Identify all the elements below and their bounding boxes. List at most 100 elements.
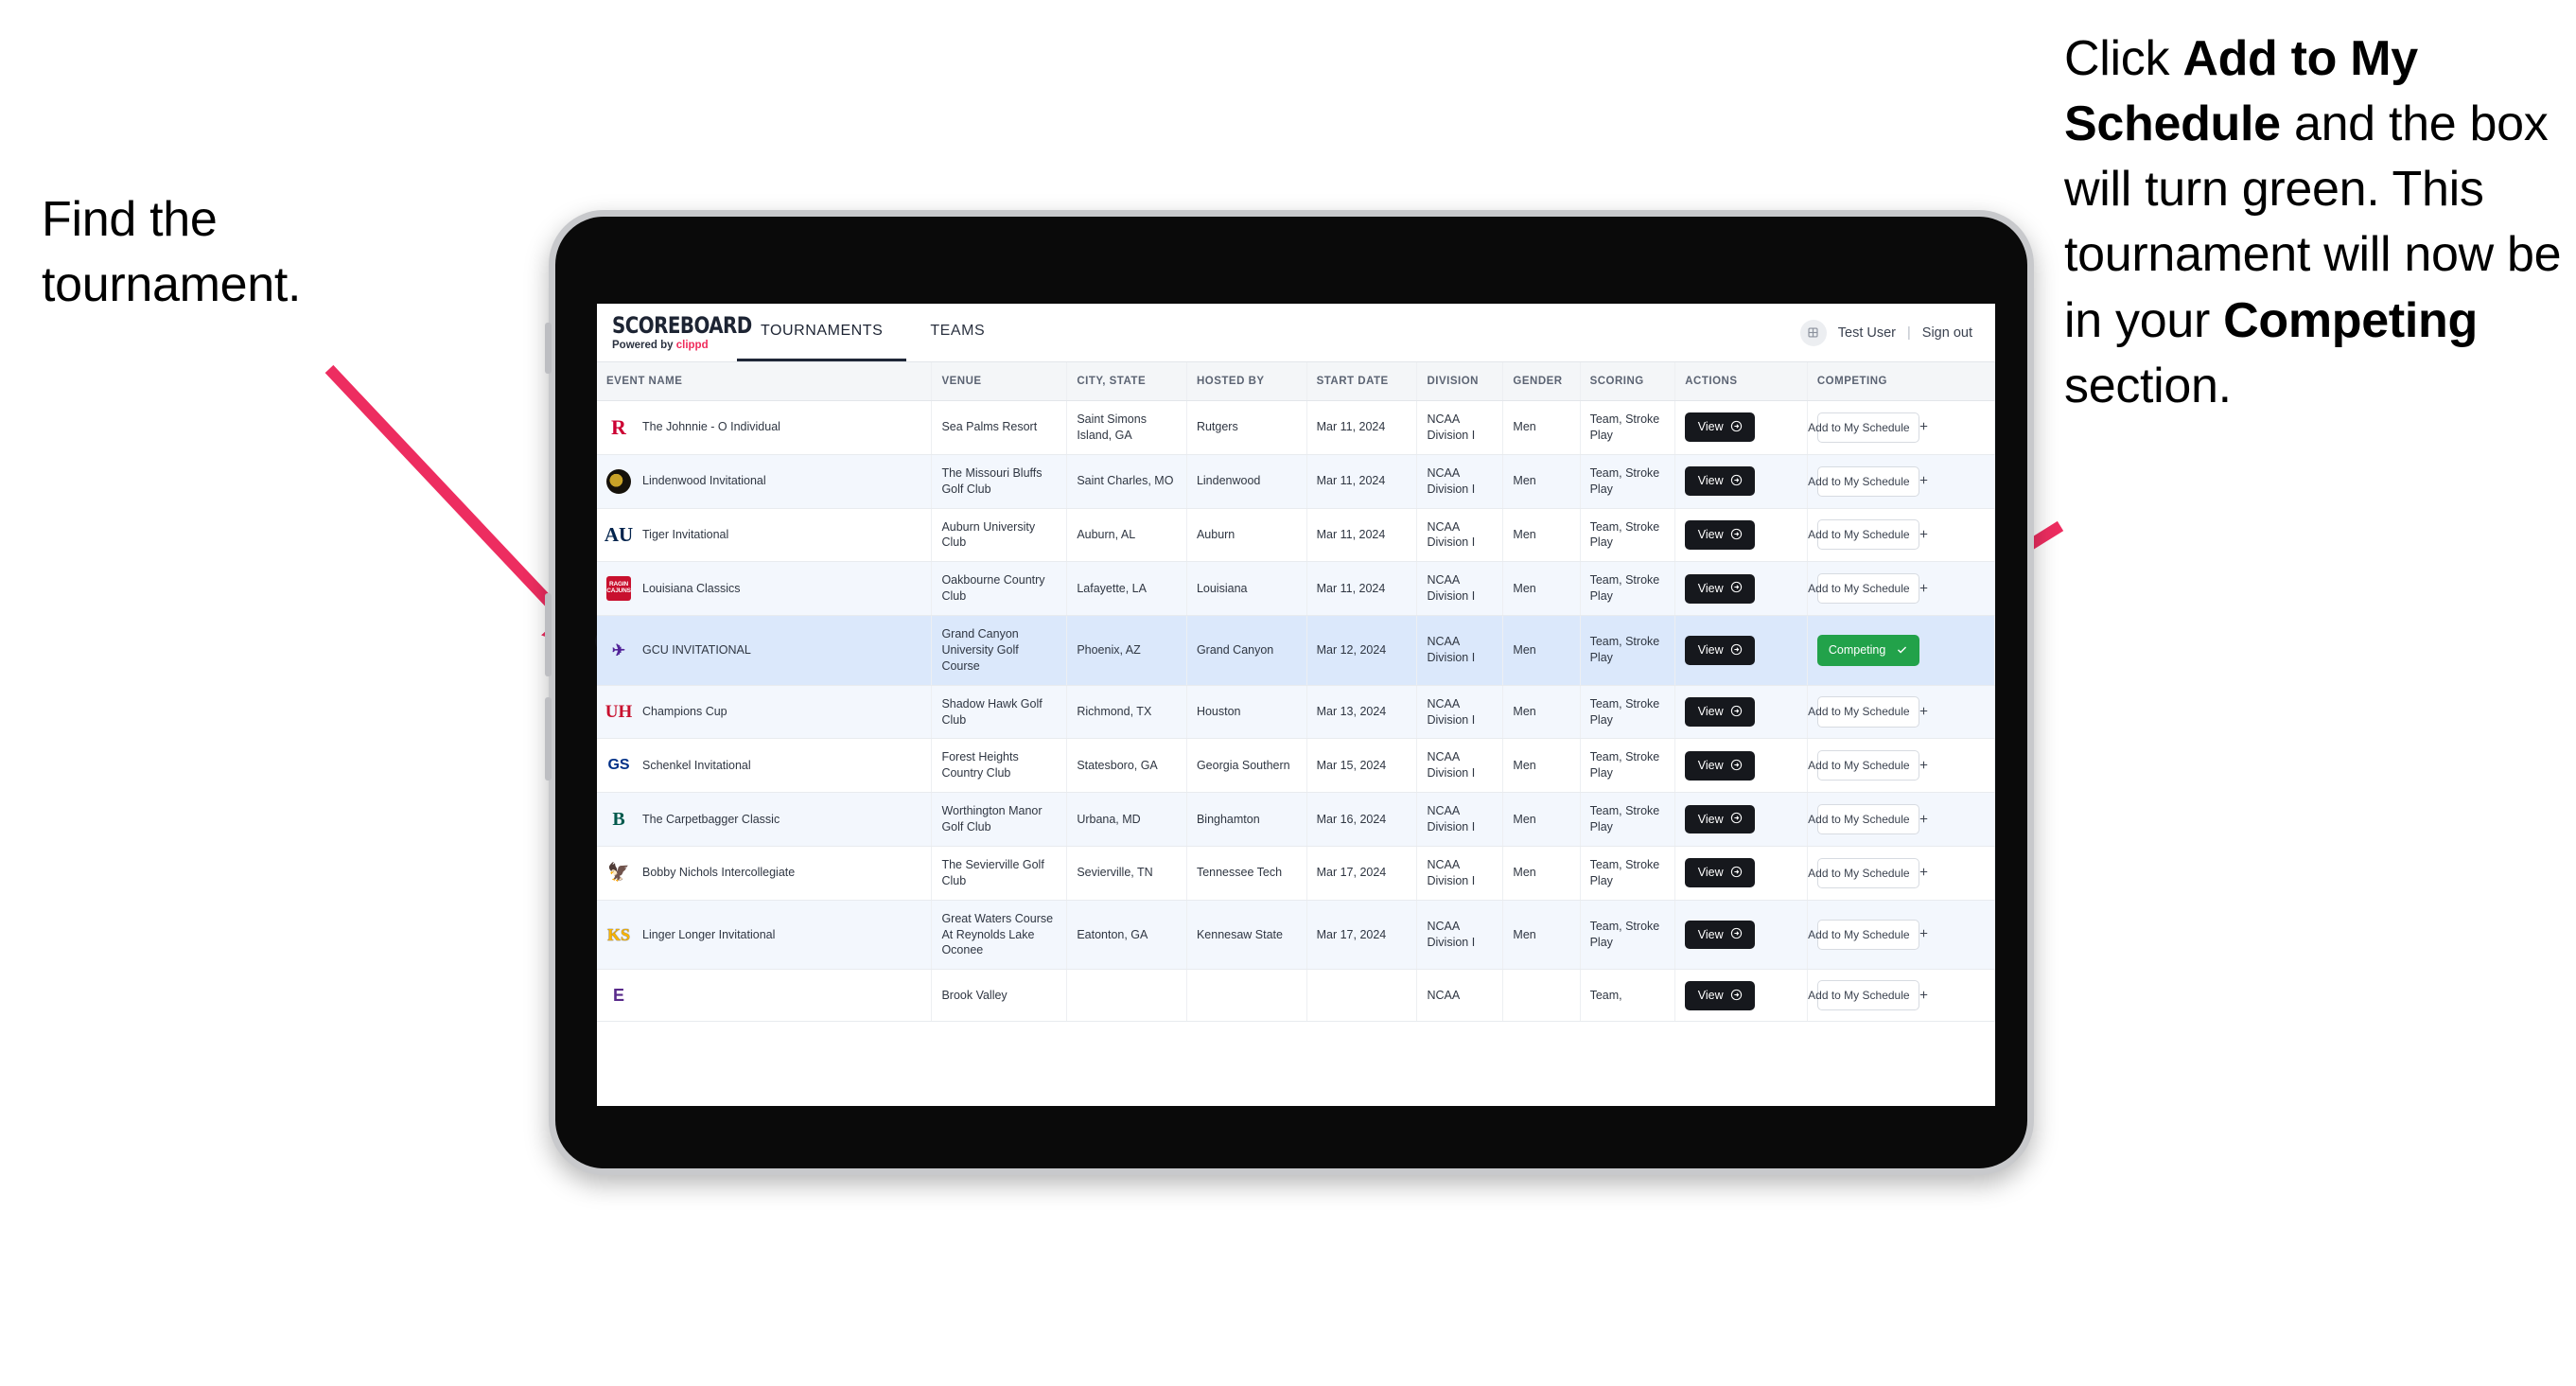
table-row[interactable]: RAGIN CAJUNS Louisiana Classics Oakbourne … <box>597 561 1995 616</box>
tab-teams[interactable]: TEAMS <box>906 304 1008 361</box>
cell-venue: Great Waters Course At Reynolds Lake Oco… <box>931 900 1068 971</box>
page-root: Find the tournament. Click Add to My Sch… <box>0 0 2576 1386</box>
cell-venue: The Sevierville Golf Club <box>931 846 1068 901</box>
tablet-volume-down-button[interactable] <box>545 697 552 781</box>
cell-venue: The Missouri Bluffs Golf Club <box>931 454 1068 509</box>
column-header-actions[interactable]: ACTIONS <box>1674 362 1808 401</box>
team-logo-icon: UH <box>605 702 633 722</box>
cell-venue: Worthington Manor Golf Club <box>931 792 1068 847</box>
view-button[interactable]: View <box>1685 920 1756 950</box>
team-logo-icon: GS <box>607 757 630 774</box>
cell-venue: Auburn University Club <box>931 508 1068 563</box>
table-row[interactable]: KS Linger Longer Invitational Great Waters… <box>597 900 1995 971</box>
event-name-label: Schenkel Invitational <box>642 758 751 772</box>
plus-icon <box>1919 990 1929 1002</box>
table-row[interactable]: AU Tiger Invitational Auburn University Cl… <box>597 508 1995 563</box>
cell-event-name: R The Johnnie - O Individual <box>597 400 933 455</box>
view-button[interactable]: View <box>1685 573 1756 604</box>
team-logo-icon: KS <box>606 924 630 944</box>
plus-icon <box>1919 583 1929 595</box>
cell-start-date: Mar 15, 2024 <box>1306 738 1418 794</box>
cell-start-date: Mar 11, 2024 <box>1306 400 1418 455</box>
team-logo-icon: RAGIN CAJUNS <box>606 576 631 602</box>
add-to-my-schedule-button[interactable]: Add to My Schedule <box>1808 573 1927 605</box>
cell-scoring: Team, Stroke Play <box>1580 561 1676 616</box>
team-logo-icon: E <box>612 986 624 1006</box>
column-header-start-date[interactable]: START DATE <box>1306 362 1418 401</box>
table-row[interactable]: B The Carpetbagger Classic Worthington Man… <box>597 792 1995 847</box>
add-to-my-schedule-button[interactable]: Add to My Schedule <box>1808 696 1927 728</box>
event-name-label: GCU INVITATIONAL <box>642 642 751 657</box>
view-button[interactable]: View <box>1685 697 1756 727</box>
cell-competing: Add to My Schedule <box>1807 685 1995 740</box>
event-name-label: Bobby Nichols Intercollegiate <box>642 866 796 880</box>
cell-scoring: Team, Stroke Play <box>1580 792 1676 847</box>
add-to-my-schedule-button[interactable]: Add to My Schedule <box>1808 803 1927 835</box>
add-to-my-schedule-button[interactable]: Add to My Schedule <box>1808 519 1927 551</box>
column-header-scoring[interactable]: SCORING <box>1580 362 1676 401</box>
column-header-competing[interactable]: COMPETING <box>1807 362 1995 401</box>
table-row[interactable]: E Brook Valley NCAA Team, View Add to My Sche… <box>597 969 1995 1023</box>
arrow-right-circle-icon <box>1730 759 1743 774</box>
add-to-my-schedule-button[interactable]: Add to My Schedule <box>1808 980 1927 1011</box>
plus-icon <box>1919 867 1929 879</box>
column-header-division[interactable]: DIVISION <box>1416 362 1504 401</box>
tab-tournaments[interactable]: TOURNAMENTS <box>737 304 907 361</box>
table-row[interactable]: ✈ GCU INVITATIONAL Grand Canyon University… <box>597 615 1995 686</box>
table-row[interactable]: GS Schenkel Invitational Forest Heights Co… <box>597 738 1995 794</box>
column-header-gender[interactable]: GENDER <box>1502 362 1581 401</box>
view-button-label: View <box>1697 474 1724 488</box>
competing-badge-label: Competing <box>1828 642 1886 657</box>
view-button-label: View <box>1697 705 1724 719</box>
add-to-my-schedule-button[interactable]: Add to My Schedule <box>1808 919 1927 951</box>
table-row[interactable]: UH Champions Cup Shadow Hawk Golf Club Rich… <box>597 685 1995 740</box>
add-to-my-schedule-button[interactable]: Add to My Schedule <box>1808 857 1927 888</box>
cell-actions: View <box>1674 454 1808 509</box>
column-header-city-state[interactable]: CITY, STATE <box>1066 362 1187 401</box>
view-button-label: View <box>1697 812 1724 826</box>
view-button-label: View <box>1697 927 1724 941</box>
cell-division: NCAA Division I <box>1416 900 1504 971</box>
cell-competing: Add to My Schedule <box>1807 900 1995 971</box>
view-button[interactable]: View <box>1685 519 1756 550</box>
add-to-my-schedule-label: Add to My Schedule <box>1808 474 1910 488</box>
view-button[interactable]: View <box>1685 980 1756 1010</box>
sign-out-link[interactable]: Sign out <box>1922 325 1972 341</box>
tablet-volume-up-button[interactable] <box>545 593 552 676</box>
cell-actions: View <box>1674 792 1808 847</box>
annotation-text: Click <box>2064 31 2183 86</box>
team-logo-icon: AU <box>604 522 634 546</box>
add-to-my-schedule-button[interactable]: Add to My Schedule <box>1808 412 1927 443</box>
column-header-event-name[interactable]: EVENT NAME <box>597 362 933 401</box>
cell-city-state: Richmond, TX <box>1066 685 1187 740</box>
cell-competing: Competing <box>1807 615 1995 686</box>
cell-event-name: UH Champions Cup <box>597 685 933 740</box>
view-button[interactable]: View <box>1685 858 1756 888</box>
table-row[interactable]: R The Johnnie - O Individual Sea Palms Res… <box>597 400 1995 455</box>
view-button[interactable]: View <box>1685 466 1756 497</box>
view-button[interactable]: View <box>1685 750 1756 781</box>
column-header-hosted-by[interactable]: HOSTED BY <box>1186 362 1307 401</box>
cell-hosted-by: Binghamton <box>1186 792 1307 847</box>
cell-competing: Add to My Schedule <box>1807 508 1995 563</box>
add-to-my-schedule-label: Add to My Schedule <box>1808 866 1910 880</box>
competing-badge[interactable]: Competing <box>1816 634 1919 666</box>
user-avatar-icon[interactable] <box>1799 319 1827 346</box>
user-separator: | <box>1907 325 1911 341</box>
brand-logo[interactable]: SCOREBOARD Powered by clippd <box>597 304 752 361</box>
add-to-my-schedule-button[interactable]: Add to My Schedule <box>1808 465 1927 497</box>
table-row[interactable]: Lindenwood Invitational The Missouri Bluf… <box>597 454 1995 509</box>
cell-event-name: AU Tiger Invitational <box>597 508 933 563</box>
table-row[interactable]: 🦅 Bobby Nichols Intercollegiate The Sevier… <box>597 846 1995 901</box>
tablet-power-button[interactable] <box>545 323 552 374</box>
view-button[interactable]: View <box>1685 412 1756 443</box>
arrow-right-circle-icon <box>1730 866 1743 881</box>
cell-event-name: 🦅 Bobby Nichols Intercollegiate <box>597 846 933 901</box>
column-header-venue[interactable]: VENUE <box>931 362 1068 401</box>
view-button[interactable]: View <box>1685 804 1756 834</box>
add-to-my-schedule-button[interactable]: Add to My Schedule <box>1808 750 1927 781</box>
cell-division: NCAA Division I <box>1416 508 1504 563</box>
cell-start-date: Mar 11, 2024 <box>1306 454 1418 509</box>
cell-start-date: Mar 17, 2024 <box>1306 846 1418 901</box>
view-button[interactable]: View <box>1685 635 1756 665</box>
